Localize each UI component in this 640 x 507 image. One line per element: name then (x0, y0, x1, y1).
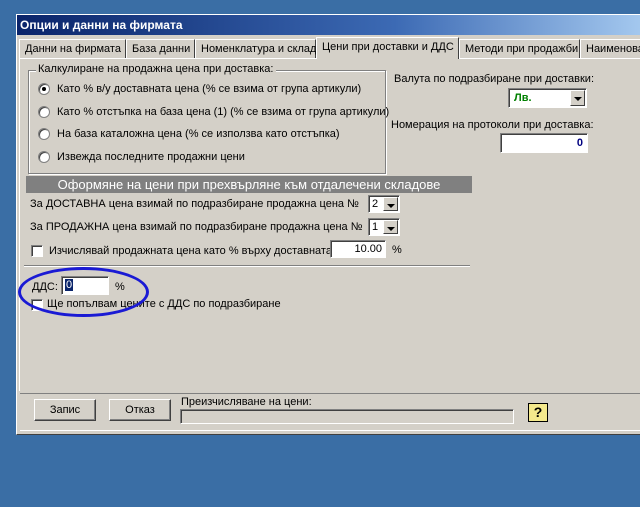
protocol-numbering-label: Номерация на протоколи при доставка: (391, 119, 594, 131)
radio-label: Като % в/у доставната цена (% се взима о… (57, 83, 362, 95)
radio-last-sale-prices[interactable]: Извежда последните продажни цени (38, 149, 245, 165)
protocol-numbering-input[interactable]: 0 (500, 133, 588, 153)
calc-percent-value: 10.00 (354, 243, 382, 255)
delivery-price-select[interactable]: 2 (368, 195, 400, 213)
radio-markup-on-delivery[interactable]: Като % в/у доставната цена (% се взима о… (38, 81, 361, 97)
radio-button[interactable] (38, 151, 50, 163)
tab-sales-methods[interactable]: Методи при продажби (459, 39, 580, 58)
chevron-down-icon[interactable] (383, 197, 398, 211)
calc-percent-checkbox[interactable] (31, 245, 43, 257)
window-title: Опции и данни на фирмата (17, 15, 640, 35)
recalc-progress-bar (180, 409, 514, 424)
radio-button[interactable] (38, 128, 50, 140)
sale-price-select[interactable]: 1 (368, 218, 400, 236)
currency-label: Валута по подразбиране при доставки: (394, 73, 595, 85)
currency-value: Лв. (514, 92, 532, 104)
chevron-down-icon[interactable] (570, 90, 585, 106)
save-button[interactable]: Запис (34, 399, 96, 421)
annotation-ellipse (18, 267, 149, 317)
currency-select[interactable]: Лв. (508, 88, 587, 108)
radio-catalog-price[interactable]: На база каталожна цена (% се използва ка… (38, 126, 340, 142)
protocol-numbering-value: 0 (576, 137, 583, 149)
recalc-label: Преизчисляване на цени: (181, 396, 312, 408)
help-icon[interactable]: ? (528, 403, 548, 422)
tab-database[interactable]: База данни (126, 39, 195, 58)
tab-nomenclature-warehouse[interactable]: Номенклатура и склад (195, 39, 316, 58)
radio-button[interactable] (38, 106, 50, 118)
calc-percent-unit: % (392, 244, 402, 256)
tab-delivery-prices-vat[interactable]: Цени при доставки и ДДС (316, 37, 459, 59)
radio-label: Като % отстъпка на база цена (1) (% се в… (57, 106, 390, 118)
sale-price-label: За ПРОДАЖНА цена взимай по подразбиране … (30, 221, 363, 233)
delivery-price-value: 2 (372, 198, 379, 210)
radio-label: На база каталожна цена (% се използва ка… (57, 128, 340, 140)
cancel-button[interactable]: Отказ (109, 399, 171, 421)
delivery-price-label: За ДОСТАВНА цена взимай по подразбиране … (30, 198, 359, 210)
pricing-group-title: Калкулиране на продажна цена при доставк… (36, 63, 276, 75)
chevron-down-icon[interactable] (383, 220, 398, 234)
tab-company-data[interactable]: Данни на фирмата (19, 39, 126, 58)
sale-price-value: 1 (372, 221, 379, 233)
radio-label: Извежда последните продажни цени (57, 151, 245, 163)
tab-strip: Данни на фирмата База данни Номенклатура… (19, 37, 640, 59)
radio-discount-on-base[interactable]: Като % отстъпка на база цена (1) (% се в… (38, 104, 389, 120)
tab-names[interactable]: Наименова (580, 39, 640, 58)
calc-percent-input[interactable]: 10.00 (330, 240, 386, 258)
calc-percent-label: Изчислявай продажната цена като % върху … (49, 245, 332, 257)
remote-warehouse-header: Оформяне на цени при прехвърляне към отд… (26, 176, 472, 193)
radio-button[interactable] (38, 83, 50, 95)
